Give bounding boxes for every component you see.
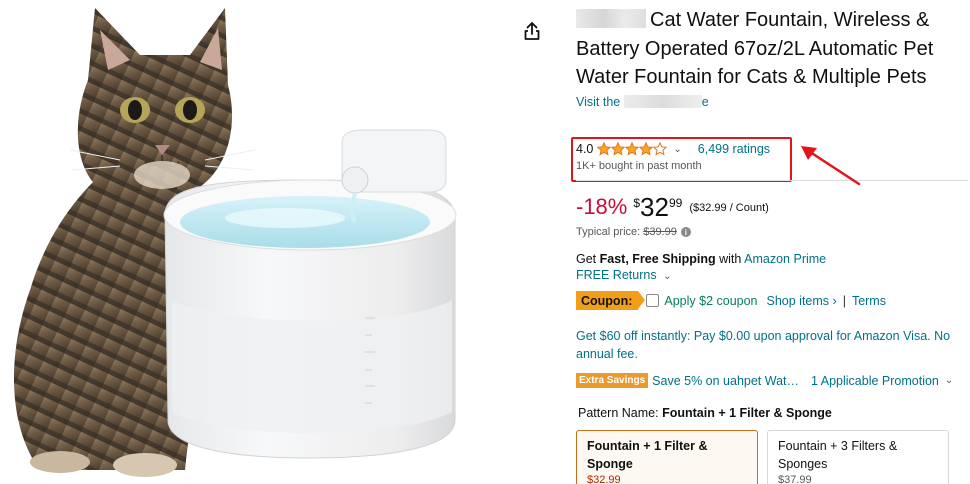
shipping-info: Get Fast, Free Shipping with Amazon Prim…: [576, 250, 826, 268]
pattern-label-text: Pattern Name:: [578, 406, 659, 420]
product-photo-illustration: [13, 8, 457, 477]
unit-price: ($32.99 / Count): [689, 202, 769, 214]
star-icon: [597, 142, 612, 156]
pattern-option-price: $37.99: [778, 474, 812, 484]
shipping-fast-free: Fast, Free Shipping: [599, 252, 716, 266]
price-whole: 32: [640, 192, 669, 222]
visa-offer-link[interactable]: Get $60 off instantly: Pay $0.00 upon ap…: [576, 327, 968, 363]
pattern-option-name: Fountain + 3 Filters & Sponges: [778, 439, 898, 471]
share-icon[interactable]: [521, 20, 543, 42]
discount-percent: -18%: [576, 194, 628, 219]
coupon-separator: |: [842, 293, 846, 308]
product-image[interactable]: [0, 0, 500, 484]
shop-items-link[interactable]: Shop items ›: [767, 294, 837, 308]
pattern-option-name: Fountain + 1 Filter & Sponge: [587, 439, 708, 471]
divider: [576, 180, 968, 181]
product-details: Cat Water Fountain, Wireless & Battery O…: [571, 0, 968, 484]
product-title: Cat Water Fountain, Wireless & Battery O…: [576, 6, 968, 92]
chevron-down-icon[interactable]: ⌄: [663, 271, 671, 282]
pattern-selected-value: Fountain + 1 Filter & Sponge: [662, 406, 832, 420]
bought-past-month: 1K+ bought in past month: [576, 160, 702, 172]
chevron-down-icon[interactable]: ⌄: [673, 144, 681, 155]
pattern-option-selected[interactable]: Fountain + 1 Filter & Sponge $32.99: [576, 430, 758, 484]
star-icon: [611, 142, 626, 156]
pattern-name-label: Pattern Name: Fountain + 1 Filter & Spon…: [578, 406, 832, 420]
typical-price-label: Typical price:: [576, 226, 641, 238]
info-icon[interactable]: i: [680, 227, 691, 237]
store-link-suffix[interactable]: e: [702, 95, 709, 109]
promotion-row: Extra Savings Save 5% on uahpet Wat… 1 A…: [576, 373, 953, 388]
store-link[interactable]: Visit the e: [576, 94, 968, 111]
applicable-promotion-link[interactable]: 1 Applicable Promotion: [811, 374, 939, 388]
promotion-text[interactable]: Save 5% on uahpet Wat…: [652, 374, 799, 388]
brand-name-redacted: [576, 9, 646, 28]
free-returns-label[interactable]: FREE Returns: [576, 268, 657, 282]
coupon-badge: Coupon:: [576, 291, 646, 310]
store-link-prefix[interactable]: Visit the: [576, 95, 620, 109]
chevron-down-icon[interactable]: ⌄: [945, 375, 953, 386]
shipping-with: with: [719, 252, 742, 266]
price-row: -18% $ 32 99 ($32.99 / Count): [576, 192, 769, 222]
rating-row: 4.0 ⌄ 6,499 ratings: [576, 141, 770, 157]
star-icon: [639, 142, 654, 156]
coupon-terms-link[interactable]: Terms: [852, 294, 886, 308]
apply-coupon-checkbox[interactable]: [646, 294, 660, 307]
price-currency: $: [633, 196, 641, 210]
store-name-redacted: [623, 94, 702, 108]
pattern-option-price: $32.99: [587, 474, 621, 484]
coupon-row: Coupon: Apply $2 coupon Shop items › | T…: [576, 291, 886, 310]
extra-savings-badge: Extra Savings: [576, 373, 649, 388]
pattern-option[interactable]: Fountain + 3 Filters & Sponges $37.99: [767, 430, 949, 484]
star-icon: [653, 142, 668, 156]
star-icon: [625, 142, 640, 156]
annotation-arrow-icon: [801, 146, 861, 186]
price-fraction: 99: [668, 196, 683, 210]
free-returns-link[interactable]: FREE Returns ⌄: [576, 268, 671, 282]
rating-value: 4.0: [576, 142, 594, 156]
apply-coupon-label[interactable]: Apply $2 coupon: [664, 294, 757, 308]
typical-price-value: $39.99: [643, 226, 677, 238]
typical-price: Typical price: $39.99 i: [576, 226, 691, 238]
star-rating[interactable]: [597, 142, 668, 156]
amazon-prime-link[interactable]: Amazon Prime: [744, 252, 826, 266]
ratings-count-link[interactable]: 6,499 ratings: [698, 142, 770, 156]
shipping-get: Get: [576, 252, 597, 266]
